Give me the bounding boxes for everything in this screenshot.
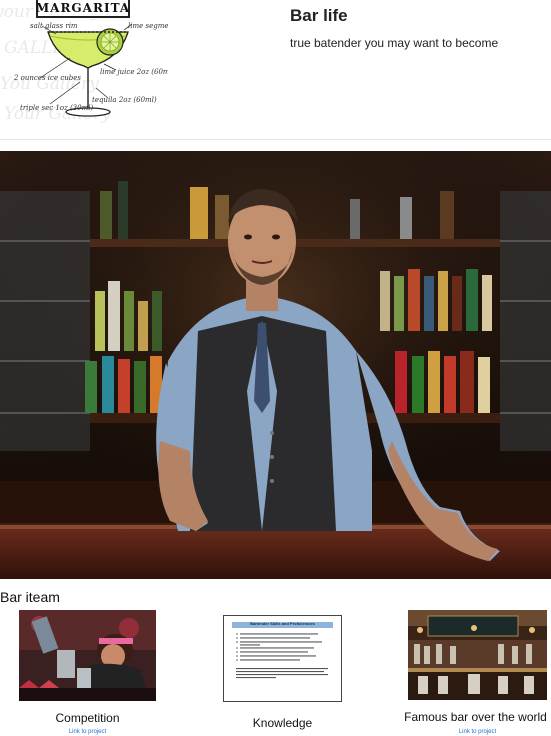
- competition-photo-icon: [19, 610, 156, 701]
- page-subtitle: true batender you may want to become: [290, 36, 499, 50]
- margarita-illustration: your Gallery GALLERY You Gallery Your Ga…: [0, 0, 168, 132]
- section-title: Bar iteam: [0, 589, 60, 605]
- note-lime-segment: lime segment: [128, 22, 168, 30]
- hero-bartender-image: [0, 151, 551, 579]
- note-ice: 2 ounces ice cubes: [14, 74, 81, 82]
- document-lines-icon: [236, 633, 328, 679]
- knowledge-image[interactable]: Bartender Skills and Proficiencies: [223, 615, 342, 702]
- margarita-banner: MARGARITA: [36, 0, 130, 18]
- card-link-competition[interactable]: Link to project: [19, 729, 156, 735]
- banner-text: MARGARITA: [35, 1, 131, 15]
- famous-bar-image[interactable]: [408, 610, 547, 700]
- card-link-famous-bar[interactable]: Link to project: [408, 729, 547, 735]
- note-triple-sec: triple sec 1oz (30ml): [20, 104, 94, 112]
- note-lime-juice: lime juice 2oz (60ml): [100, 68, 168, 76]
- card-label-competition: Competition: [55, 711, 120, 725]
- competition-image[interactable]: [19, 610, 156, 701]
- cocktail-glass-icon: [39, 23, 133, 117]
- card-label-famous-bar: Famous bar over the world: [404, 710, 547, 724]
- card-label-knowledge: Knowledge: [252, 716, 313, 730]
- bartender-photo-icon: [0, 151, 551, 579]
- header: your Gallery GALLERY You Gallery Your Ga…: [0, 0, 551, 140]
- bar-interior-photo-icon: [408, 610, 547, 700]
- note-salt: salt glass rim: [30, 22, 78, 30]
- note-tequila: tequila 2oz (60ml): [92, 96, 157, 104]
- page-title: Bar life: [290, 6, 348, 25]
